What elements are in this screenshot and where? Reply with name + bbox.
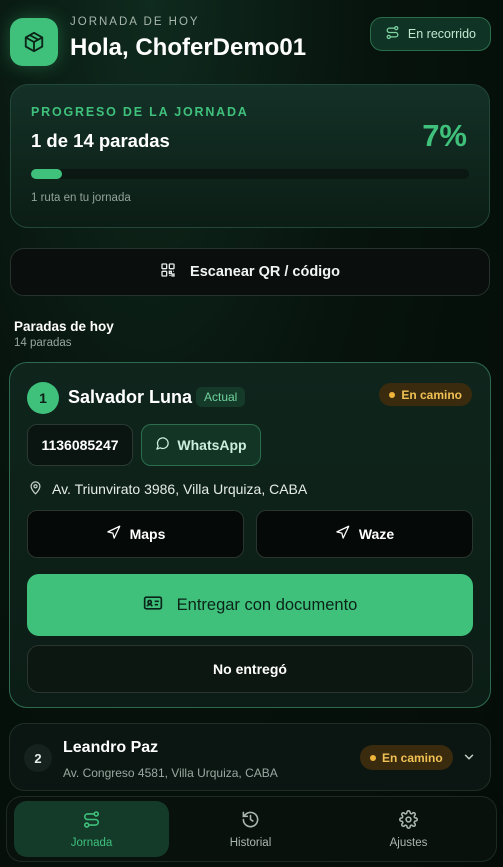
progress-bar-fill [31, 169, 62, 179]
stop-number: 1 [27, 382, 59, 414]
bottom-nav: Jornada Historial Ajustes [6, 796, 497, 862]
progress-stops-text: 1 de 14 paradas [31, 130, 170, 151]
package-icon [10, 18, 58, 66]
tab-ajustes[interactable]: Ajustes [331, 801, 486, 857]
header: JORNADA DE HOY Hola, ChoferDemo01 En rec… [10, 12, 491, 66]
progress-card: PROGRESO DE LA JORNADA 1 de 14 paradas 7… [10, 84, 490, 228]
deliver-with-document-button[interactable]: Entregar con documento [27, 574, 473, 636]
qr-icon [160, 262, 176, 282]
not-delivered-button[interactable]: No entregó [27, 645, 473, 693]
stop-address-row: Av. Triunvirato 3986, Villa Urquiza, CAB… [28, 480, 307, 498]
stops-section-title: Paradas de hoy [14, 319, 114, 334]
whatsapp-button[interactable]: WhatsApp [141, 424, 261, 466]
navigation-icon [335, 525, 350, 543]
whatsapp-label: WhatsApp [177, 437, 247, 453]
map-pin-icon [28, 480, 43, 498]
progress-label: PROGRESO DE LA JORNADA [31, 105, 249, 119]
status-pill-button[interactable]: En recorrido [369, 17, 491, 51]
status-pill-label: En recorrido [407, 27, 476, 41]
current-stop-card: 1 Salvador Luna Actual En camino 1136085… [9, 362, 491, 708]
page-title: Hola, ChoferDemo01 [70, 34, 307, 61]
stop-number: 2 [24, 744, 52, 772]
progress-subtitle: 1 ruta en tu jornada [31, 192, 131, 204]
gear-icon [399, 809, 418, 832]
status-badge-label: En camino [382, 750, 443, 765]
status-badge: En camino [360, 745, 453, 770]
id-card-icon [143, 595, 163, 616]
stops-section-count: 14 paradas [14, 337, 72, 349]
tab-label: Ajustes [389, 836, 428, 849]
call-phone-button[interactable]: 1136085247 [27, 424, 133, 466]
next-stop-card[interactable]: 2 Leandro Paz Av. Congreso 4581, Villa U… [9, 723, 491, 791]
open-waze-button[interactable]: Waze [256, 510, 473, 558]
current-tag: Actual [196, 387, 246, 407]
stop-name: Leandro Paz [63, 739, 159, 756]
status-dot [389, 391, 396, 398]
tab-label: Jornada [70, 836, 113, 849]
progress-bar [31, 169, 469, 179]
maps-label: Maps [129, 526, 166, 542]
status-dot [370, 754, 376, 761]
stop-name: Salvador Luna [68, 387, 193, 407]
stop-address: Av. Congreso 4581, Villa Urquiza, CABA [63, 766, 278, 780]
deliver-label: Entregar con documento [176, 595, 358, 614]
message-circle-icon [155, 436, 170, 454]
history-icon [241, 810, 260, 832]
progress-percent: 7% [422, 118, 467, 153]
tab-jornada[interactable]: Jornada [14, 801, 169, 857]
route-icon [385, 25, 400, 43]
not-delivered-label: No entregó [213, 661, 287, 677]
status-badge: En camino [379, 383, 472, 406]
chevron-down-icon[interactable] [462, 750, 476, 769]
header-kicker: JORNADA DE HOY [70, 16, 200, 28]
tab-label: Historial [229, 836, 272, 849]
scan-qr-button[interactable]: Escanear QR / código [10, 248, 490, 296]
open-maps-button[interactable]: Maps [27, 510, 244, 558]
tab-historial[interactable]: Historial [173, 801, 328, 857]
navigation-icon [106, 525, 121, 543]
phone-number: 1136085247 [41, 437, 119, 453]
stop-address: Av. Triunvirato 3986, Villa Urquiza, CAB… [52, 481, 308, 497]
route-icon [82, 810, 101, 832]
waze-label: Waze [358, 526, 395, 542]
status-badge-label: En camino [401, 387, 462, 402]
scan-qr-label: Escanear QR / código [190, 264, 340, 280]
